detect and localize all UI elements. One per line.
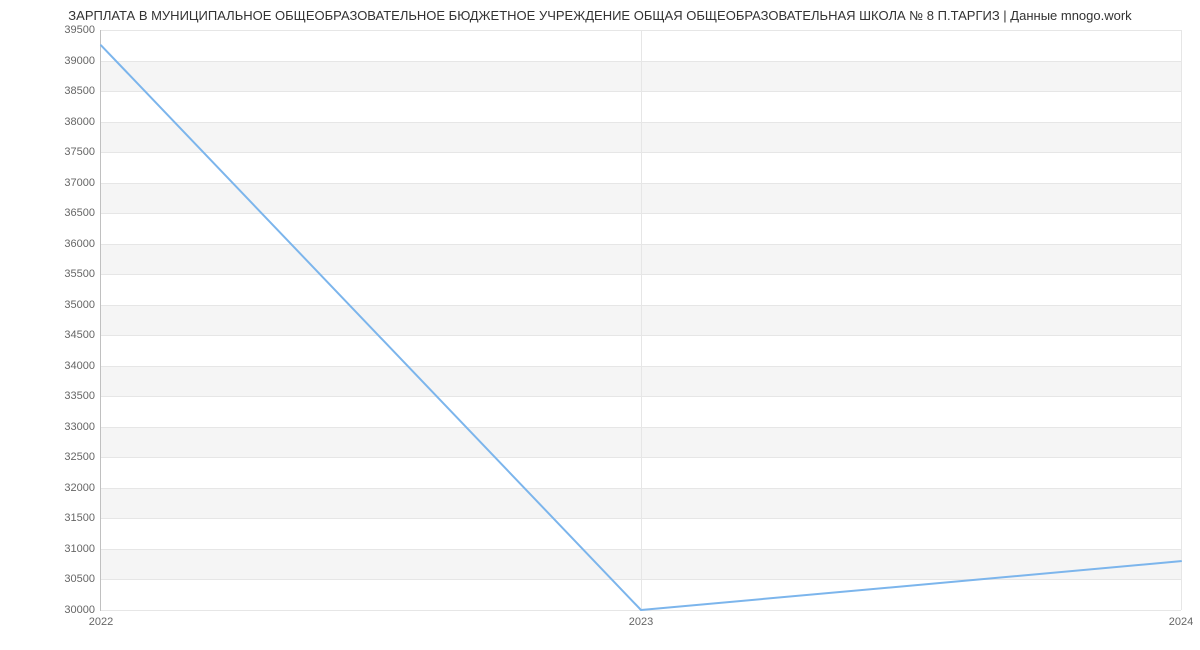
y-tick-label: 32000 <box>64 482 101 494</box>
y-tick-label: 33000 <box>64 421 101 433</box>
y-tick-label: 31500 <box>64 512 101 524</box>
x-tick-label: 2024 <box>1169 610 1193 628</box>
y-tick-label: 31000 <box>64 543 101 555</box>
y-tick-label: 34500 <box>64 329 101 341</box>
y-tick-label: 35500 <box>64 268 101 280</box>
y-tick-label: 37500 <box>64 146 101 158</box>
y-tick-label: 39000 <box>64 55 101 67</box>
y-tick-label: 39500 <box>64 24 101 36</box>
y-tick-label: 33500 <box>64 390 101 402</box>
x-tick-label: 2022 <box>89 610 113 628</box>
y-tick-label: 38500 <box>64 85 101 97</box>
y-tick-label: 34000 <box>64 360 101 372</box>
chart-title: ЗАРПЛАТА В МУНИЦИПАЛЬНОЕ ОБЩЕОБРАЗОВАТЕЛ… <box>0 0 1200 23</box>
x-tick-label: 2023 <box>629 610 653 628</box>
y-tick-label: 35000 <box>64 299 101 311</box>
y-tick-label: 30500 <box>64 573 101 585</box>
y-tick-label: 32500 <box>64 451 101 463</box>
y-tick-label: 36500 <box>64 207 101 219</box>
line-series <box>101 30 1181 610</box>
y-tick-label: 37000 <box>64 177 101 189</box>
y-tick-label: 38000 <box>64 116 101 128</box>
chart-plot-area: 3000030500310003150032000325003300033500… <box>100 30 1180 610</box>
x-gridline <box>1181 30 1182 610</box>
y-tick-label: 36000 <box>64 238 101 250</box>
